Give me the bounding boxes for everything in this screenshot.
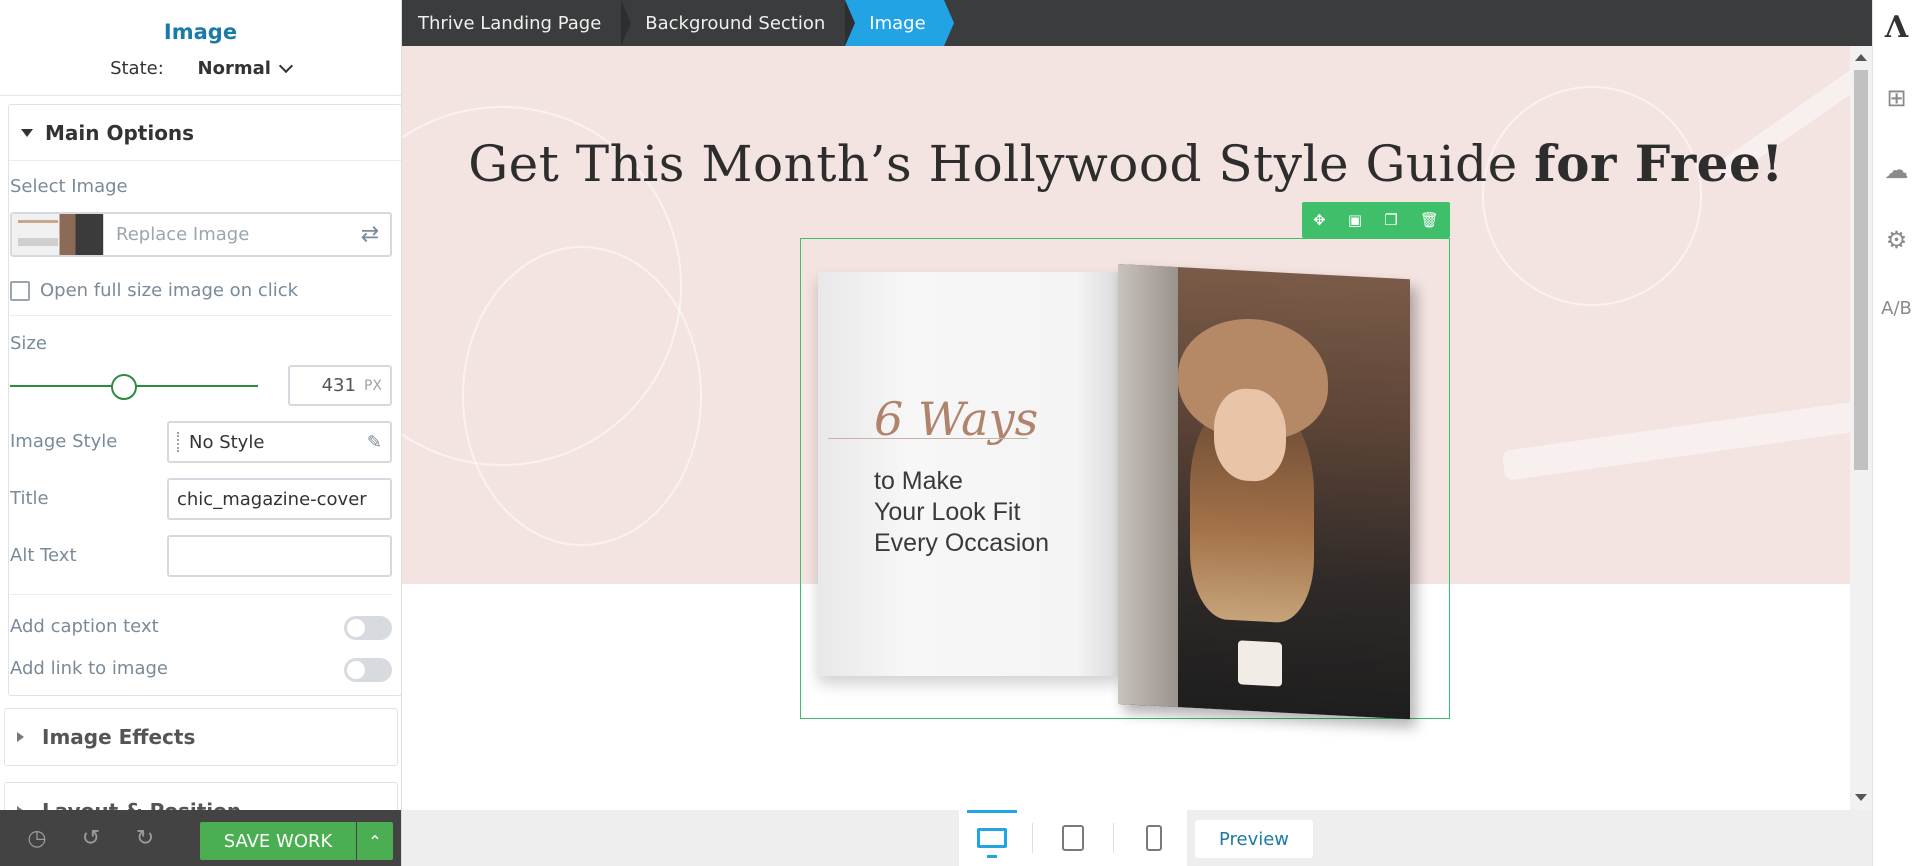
- chevron-down-icon: [278, 58, 293, 74]
- magazine-sub-text: to Make Your Look Fit Every Occasion: [874, 467, 1050, 557]
- thrive-logo-icon[interactable]: Λ: [1873, 10, 1919, 45]
- title-value: chic_magazine-cover: [177, 488, 367, 510]
- size-value: 431: [321, 375, 356, 396]
- image-effects-panel[interactable]: Image Effects: [4, 708, 398, 766]
- replace-image-label[interactable]: Replace Image: [104, 224, 350, 245]
- alt-text-input[interactable]: [167, 535, 392, 577]
- link-label: Add link to image: [10, 658, 168, 679]
- device-switcher: [959, 810, 1187, 866]
- state-value: Normal: [197, 58, 271, 79]
- editor-sidebar: Image State: Normal Main Options Select …: [0, 0, 402, 866]
- size-unit: PX: [363, 377, 382, 394]
- mobile-icon: [1146, 825, 1163, 851]
- settings-icon[interactable]: ⚙: [1873, 226, 1919, 254]
- open-full-size-checkbox[interactable]: [10, 280, 30, 301]
- main-options-title: Main Options: [45, 120, 195, 145]
- scrollbar-thumb[interactable]: [1854, 70, 1868, 470]
- preview-button[interactable]: Preview: [1195, 820, 1313, 858]
- history-icon[interactable]: ◷: [24, 825, 50, 851]
- state-row: State: Normal: [0, 58, 401, 79]
- device-bar: Preview: [402, 810, 1872, 866]
- caret-right-icon: [17, 732, 24, 742]
- state-dropdown[interactable]: Normal: [197, 58, 293, 79]
- pencil-icon[interactable]: ✎: [367, 432, 382, 453]
- size-label: Size: [10, 333, 47, 354]
- tablet-view-button[interactable]: [1048, 810, 1098, 866]
- tablet-icon: [1061, 825, 1084, 851]
- alt-text-label: Alt Text: [10, 545, 77, 566]
- save-work-button[interactable]: SAVE WORK: [200, 822, 356, 860]
- caret-down-icon: [21, 128, 33, 137]
- magazine-cover-photo: [1118, 264, 1410, 720]
- swap-icon[interactable]: ⇄: [350, 222, 390, 247]
- undo-icon[interactable]: ↺: [78, 825, 104, 851]
- divider: [10, 594, 392, 595]
- title-input[interactable]: chic_magazine-cover: [167, 478, 392, 520]
- caption-toggle[interactable]: [344, 616, 392, 640]
- image-effects-header[interactable]: Image Effects: [5, 709, 397, 765]
- scroll-up-icon[interactable]: [1855, 54, 1867, 61]
- sidebar-bottom-bar: ◷ ↺ ↻ SAVE WORK ⌃: [0, 810, 401, 866]
- image-style-select[interactable]: No Style ✎: [167, 421, 392, 463]
- image-style-label: Image Style: [10, 431, 118, 452]
- divider: [10, 315, 392, 316]
- breadcrumb-landing-page[interactable]: Thrive Landing Page: [402, 0, 632, 46]
- image-style-value: No Style: [189, 431, 265, 453]
- magazine-left-page: 6 Ways to Make Your Look Fit Every Occas…: [818, 272, 1122, 676]
- cloud-templates-icon[interactable]: ☁: [1873, 156, 1919, 184]
- drag-handle-icon: [177, 432, 181, 452]
- main-options-header[interactable]: Main Options: [9, 105, 401, 161]
- breadcrumb: Thrive Landing Page Background Section I…: [402, 0, 1872, 46]
- right-toolbar: Λ ⊞ ☁ ⚙ A/B: [1872, 0, 1919, 866]
- desktop-view-button[interactable]: [966, 810, 1017, 866]
- open-full-size-row[interactable]: Open full size image on click: [10, 280, 298, 301]
- breadcrumb-background-section[interactable]: Background Section: [621, 0, 856, 46]
- link-toggle[interactable]: [344, 658, 392, 682]
- sidebar-header: Image State: Normal: [0, 0, 401, 96]
- image-element-toolbar: ✥ ▣ ❐ 🗑: [1302, 202, 1450, 238]
- mobile-view-button[interactable]: [1129, 810, 1179, 866]
- caption-label: Add caption text: [10, 616, 159, 637]
- save-template-icon[interactable]: ▣: [1348, 211, 1362, 229]
- delete-icon[interactable]: 🗑: [1420, 211, 1439, 229]
- add-element-icon[interactable]: ⊞: [1873, 84, 1919, 112]
- desktop-icon: [976, 828, 1007, 858]
- canvas-scrollbar[interactable]: [1850, 46, 1872, 810]
- title-label: Title: [10, 488, 49, 509]
- image-effects-title: Image Effects: [42, 725, 196, 749]
- page-canvas: Get This Month’s Hollywood Style Guide f…: [402, 46, 1850, 810]
- select-image-label: Select Image: [10, 176, 128, 197]
- redo-icon[interactable]: ↻: [132, 825, 158, 851]
- page-headline[interactable]: Get This Month’s Hollywood Style Guide f…: [402, 134, 1850, 193]
- scroll-down-icon[interactable]: [1855, 794, 1867, 801]
- element-title: Image: [163, 20, 238, 44]
- magazine-image[interactable]: 6 Ways to Make Your Look Fit Every Occas…: [818, 264, 1428, 720]
- image-thumbnail[interactable]: [12, 214, 104, 255]
- size-slider-handle[interactable]: [111, 374, 137, 400]
- move-icon[interactable]: ✥: [1313, 211, 1326, 229]
- breadcrumb-image[interactable]: Image: [845, 0, 955, 46]
- duplicate-icon[interactable]: ❐: [1384, 211, 1397, 229]
- open-full-size-label[interactable]: Open full size image on click: [40, 280, 298, 301]
- state-label: State:: [110, 58, 164, 79]
- replace-image-control[interactable]: Replace Image ⇄: [10, 212, 392, 257]
- save-options-chevron-up-icon[interactable]: ⌃: [357, 822, 393, 860]
- ab-test-icon[interactable]: A/B: [1873, 298, 1919, 319]
- size-input[interactable]: 431 PX: [288, 365, 392, 406]
